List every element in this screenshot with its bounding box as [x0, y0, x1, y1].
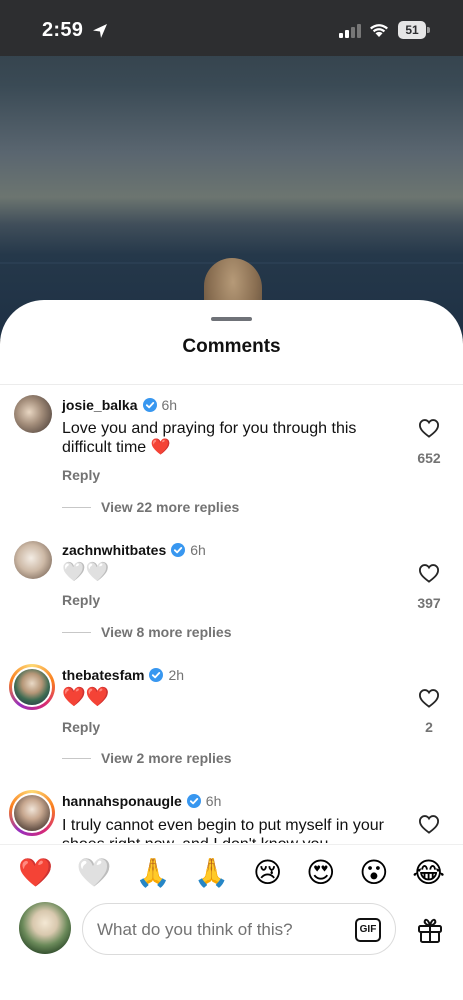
- view-replies-label: View 2 more replies: [101, 750, 232, 766]
- avatar: [12, 793, 52, 833]
- comment-item: zachnwhitbates 6h 🤍🤍 Reply View 8 more r…: [0, 525, 463, 651]
- reply-button[interactable]: Reply: [62, 592, 100, 608]
- view-more-replies-button[interactable]: View 2 more replies: [62, 750, 231, 766]
- comment-time: 6h: [205, 793, 222, 809]
- comment-text: ❤️❤️: [62, 687, 110, 708]
- battery-cap: [427, 27, 430, 33]
- reply-button[interactable]: Reply: [62, 719, 100, 735]
- comment-item: thebatesfam 2h ❤️❤️ Reply View 2 more re…: [0, 651, 463, 777]
- avatar[interactable]: [14, 395, 52, 433]
- wifi-icon: [370, 24, 388, 37]
- sheet-grabber-handle[interactable]: [211, 317, 252, 321]
- comment-time: 2h: [168, 667, 185, 683]
- battery-level: 51: [398, 21, 426, 39]
- battery-indicator: 51: [398, 21, 430, 39]
- comment-username[interactable]: thebatesfam: [62, 667, 144, 683]
- view-more-replies-button[interactable]: View 8 more replies: [62, 624, 231, 640]
- current-user-avatar: [19, 902, 71, 954]
- comment-input-row: What do you think of this? GIF: [0, 900, 463, 960]
- emoji-praying-hands-button[interactable]: 🙏: [135, 858, 170, 887]
- verified-badge-icon: [142, 398, 157, 412]
- comment-text: Love you and praying for you through thi…: [62, 420, 357, 456]
- replies-divider-line: [62, 757, 91, 759]
- emoji-crying-face-button[interactable]: 😢: [253, 858, 282, 887]
- comment-text: I truly cannot even begin to put myself …: [62, 817, 384, 843]
- like-count: 397: [417, 595, 441, 611]
- like-count: 2: [425, 719, 433, 735]
- location-arrow-icon: [93, 24, 107, 38]
- emoji-white-heart-button[interactable]: 🤍: [77, 858, 112, 887]
- like-heart-icon[interactable]: [418, 814, 440, 834]
- avatar: [12, 667, 52, 707]
- status-time: 2:59: [42, 19, 84, 41]
- emoji-laughing-face-button[interactable]: 😂: [412, 858, 445, 887]
- comment-time: 6h: [161, 397, 178, 413]
- comment-input-placeholder: What do you think of this?: [97, 920, 293, 939]
- comment-item: josie_balka 6h Love you and praying for …: [0, 385, 463, 525]
- comment-header: thebatesfam 2h: [62, 667, 184, 683]
- avatar-story-ring[interactable]: [9, 790, 55, 836]
- verified-badge-icon: [186, 794, 201, 808]
- comment-username[interactable]: zachnwhitbates: [62, 542, 166, 558]
- comment-text: 🤍🤍: [62, 562, 110, 583]
- comments-list[interactable]: josie_balka 6h Love you and praying for …: [0, 385, 463, 843]
- emoji-reaction-bar: ❤️ 🤍 🙏 🙏 😢 😍 😮 😂: [0, 844, 463, 900]
- comment-input[interactable]: What do you think of this? GIF: [82, 903, 396, 955]
- emoji-red-heart-button[interactable]: ❤️: [18, 858, 53, 887]
- comment-username[interactable]: josie_balka: [62, 397, 138, 413]
- avatar[interactable]: [14, 541, 52, 579]
- view-more-replies-button[interactable]: View 22 more replies: [62, 499, 239, 515]
- gift-icon[interactable]: [416, 916, 444, 944]
- reply-button[interactable]: Reply: [62, 467, 100, 483]
- comment-time: 6h: [190, 542, 206, 558]
- emoji-heart-eyes-button[interactable]: 😍: [306, 858, 335, 887]
- emoji-surprised-face-button[interactable]: 😮: [359, 858, 388, 887]
- comment-item: hannahsponaugle 6h I truly cannot even b…: [0, 777, 463, 843]
- view-replies-label: View 8 more replies: [101, 624, 232, 640]
- comment-header: hannahsponaugle 6h: [62, 793, 221, 809]
- sheet-title: Comments: [182, 336, 281, 357]
- cellular-signal-icon: [339, 24, 361, 38]
- comment-header: zachnwhitbates 6h: [62, 542, 206, 558]
- status-bar: 2:59 51: [0, 0, 463, 56]
- like-heart-icon[interactable]: [418, 563, 440, 583]
- avatar-story-ring[interactable]: [9, 664, 55, 710]
- like-heart-icon[interactable]: [418, 688, 440, 708]
- verified-badge-icon: [149, 668, 164, 682]
- like-count: 652: [417, 450, 441, 466]
- gif-button[interactable]: GIF: [355, 918, 381, 942]
- verified-badge-icon: [171, 543, 186, 557]
- replies-divider-line: [62, 631, 91, 633]
- view-replies-label: View 22 more replies: [101, 499, 240, 515]
- comment-username[interactable]: hannahsponaugle: [62, 793, 182, 809]
- comment-header: josie_balka 6h: [62, 397, 177, 413]
- comments-sheet: Comments josie_balka 6h Love you and pra…: [0, 300, 463, 1000]
- like-heart-icon[interactable]: [418, 418, 440, 438]
- replies-divider-line: [62, 506, 91, 508]
- emoji-praying-hands-button[interactable]: 🙏: [194, 858, 229, 887]
